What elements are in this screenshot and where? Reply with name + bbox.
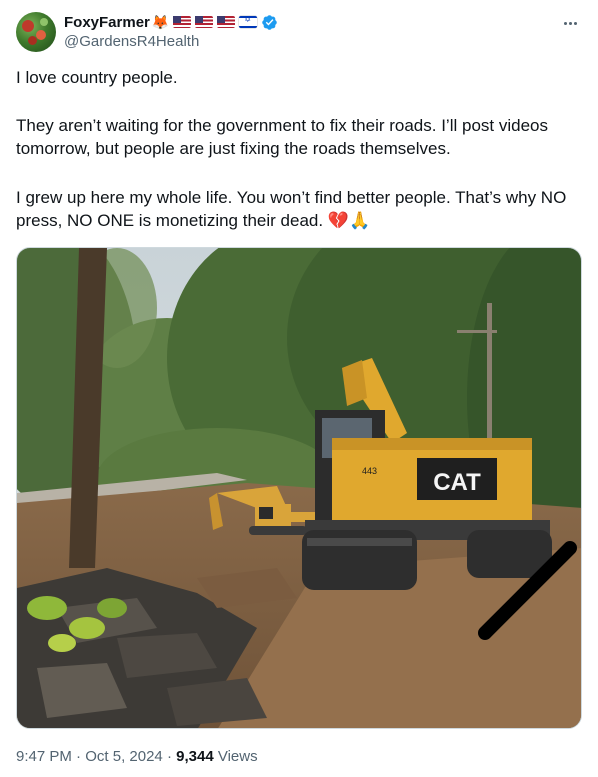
model-number-text: 443 [362,466,377,476]
more-options-icon[interactable] [560,13,580,33]
author-name-row: FoxyFarmer 🦊 [64,12,278,32]
author-display-name[interactable]: FoxyFarmer [64,14,150,31]
post-text-paragraph: I love country people. [16,68,178,87]
excavator-road-photo: CAT 443 [17,248,581,728]
post-image[interactable]: CAT 443 [16,247,582,729]
author-handle[interactable]: @GardensR4Health [64,33,199,50]
verified-badge-icon[interactable] [261,14,278,31]
post-date[interactable]: Oct 5, 2024 [85,748,163,765]
views-label: Views [217,748,258,765]
us-flag-icon [217,16,236,28]
post-text-paragraph: I grew up here my whole life. You won’t … [16,188,567,230]
post-metadata: 9:47 PM · Oct 5, 2024 · 9,344 Views [16,748,258,765]
tweet-card: FoxyFarmer 🦊 @GardensR4Health I love cou… [0,0,598,777]
us-flag-icon [173,16,192,28]
israel-flag-icon [239,15,258,28]
avatar[interactable] [16,12,56,52]
fox-emoji-icon: 🦊 [151,14,170,30]
separator: · [166,748,172,765]
post-text-paragraph: They aren’t waiting for the government t… [16,116,548,158]
views-count[interactable]: 9,344 [176,748,214,765]
separator: · [76,748,82,765]
post-time[interactable]: 9:47 PM [16,748,72,765]
cat-logo-text: CAT [433,469,481,496]
us-flag-icon [195,16,214,28]
